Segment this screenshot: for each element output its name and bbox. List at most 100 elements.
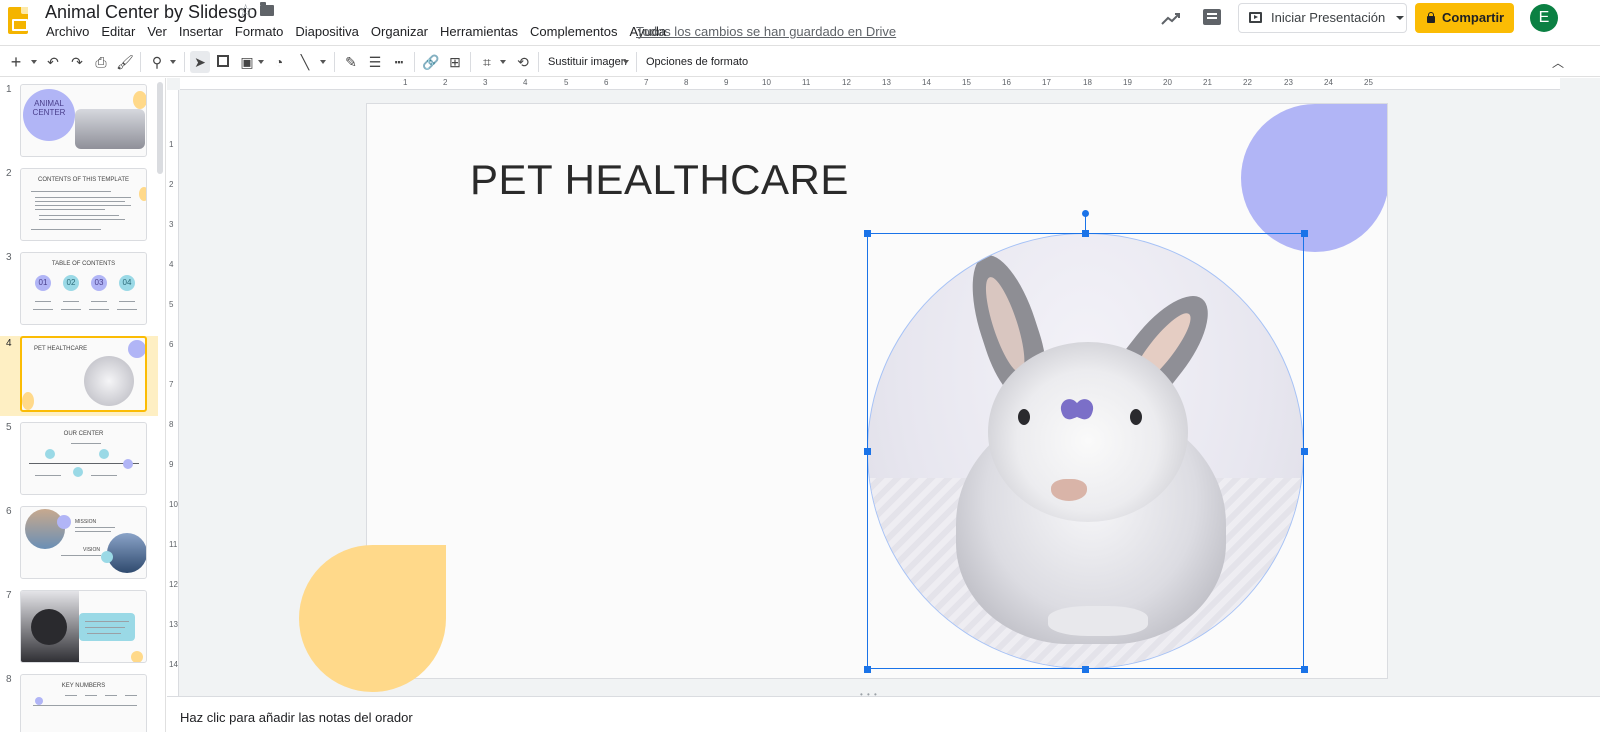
comments-icon[interactable] [1203, 9, 1221, 25]
ruler-tick: 9 [169, 460, 174, 469]
link-icon[interactable]: 🔗 [422, 54, 440, 70]
ruler-tick: 17 [1042, 78, 1051, 87]
menu-formato[interactable]: Formato [229, 24, 289, 40]
slide-thumbnail-6[interactable]: MISSION VISION [20, 506, 147, 579]
line-dash-icon[interactable]: ┅ [390, 54, 408, 70]
slide-thumbnail-1[interactable]: ANIMAL CENTER [20, 84, 147, 157]
slide-thumbnail-5[interactable]: OUR CENTER [20, 422, 147, 495]
slide-thumbnail-4[interactable]: PET HEALTHCARE [20, 336, 147, 412]
image-icon[interactable]: ▣ [238, 54, 256, 70]
undo-icon[interactable]: ↶ [44, 54, 62, 70]
ruler-tick: 7 [169, 380, 174, 389]
star-icon[interactable]: ☆ [238, 1, 253, 21]
ruler-tick: 24 [1324, 78, 1333, 87]
ruler-tick: 4 [169, 260, 174, 269]
notes-resize-grip-icon[interactable]: • • • [860, 690, 878, 699]
menu-organizar[interactable]: Organizar [365, 24, 434, 40]
paint-format-icon[interactable]: 🖌 [116, 54, 134, 70]
slide-number: 2 [6, 168, 12, 179]
reset-image-icon[interactable]: ⟲ [514, 54, 532, 70]
slides-logo-icon[interactable] [8, 7, 28, 34]
ruler-tick: 5 [564, 78, 569, 87]
speaker-notes-placeholder[interactable]: Haz clic para añadir las notas del orado… [180, 710, 413, 725]
saved-status-link[interactable]: Todos los cambios se han guardado en Dri… [636, 24, 896, 39]
zoom-icon[interactable]: ⚲ [148, 54, 166, 70]
print-icon[interactable]: ⎙ [92, 54, 110, 70]
filmstrip-scrollbar[interactable] [157, 82, 163, 174]
menu-complementos[interactable]: Complementos [524, 24, 623, 40]
ruler-tick: 10 [169, 500, 178, 509]
shape-icon[interactable]: ◔ [270, 54, 288, 70]
slide-number: 3 [6, 252, 12, 263]
zoom-dropdown-icon[interactable] [170, 60, 176, 64]
slide-number: 1 [6, 84, 12, 95]
document-title[interactable]: Animal Center by Slidesgo [45, 2, 257, 23]
comment-add-icon[interactable]: ⊞ [446, 54, 464, 70]
collapse-toolbar-icon[interactable]: ︿ [1552, 54, 1564, 71]
ruler-tick: 18 [1083, 78, 1092, 87]
resize-handle-n[interactable] [1082, 230, 1089, 237]
present-dropdown-button[interactable] [1393, 3, 1407, 33]
image-dropdown-icon[interactable] [258, 60, 264, 64]
slide-thumbnail-7[interactable] [20, 590, 147, 663]
ruler-tick: 6 [169, 340, 174, 349]
menu-editar[interactable]: Editar [95, 24, 141, 40]
decorative-purple-shape[interactable] [1241, 104, 1387, 252]
slide-thumbnail-8[interactable]: KEY NUMBERS [20, 674, 147, 732]
redo-icon[interactable]: ↷ [68, 54, 86, 70]
line-icon[interactable]: ╲ [296, 54, 314, 70]
menu-ver[interactable]: Ver [141, 24, 173, 40]
slides-editor: Animal Center by Slidesgo ☆ Archivo Edit… [0, 0, 1600, 732]
ruler-tick: 1 [403, 78, 408, 87]
resize-handle-sw[interactable] [864, 666, 871, 673]
ruler-tick: 13 [169, 620, 178, 629]
add-dropdown-icon[interactable] [31, 60, 37, 64]
ruler-tick: 5 [169, 300, 174, 309]
pen-icon[interactable]: ✎ [342, 54, 360, 70]
text-box-icon[interactable] [214, 54, 232, 70]
menu-herramientas[interactable]: Herramientas [434, 24, 524, 40]
thumb-title: MISSION [75, 519, 97, 525]
thumb-item: 04 [119, 275, 135, 291]
folder-icon[interactable] [260, 2, 274, 16]
activity-trend-icon[interactable] [1160, 10, 1182, 28]
line-weight-icon[interactable]: ☰ [366, 54, 384, 70]
slide-thumbnail-3[interactable]: TABLE OF CONTENTS 01 02 03 04 [20, 252, 147, 325]
menu-archivo[interactable]: Archivo [40, 24, 95, 40]
ruler-tick: 20 [1163, 78, 1172, 87]
present-icon [1249, 12, 1262, 23]
ruler-tick: 23 [1284, 78, 1293, 87]
ruler-tick: 22 [1243, 78, 1252, 87]
resize-handle-w[interactable] [864, 448, 871, 455]
resize-handle-e[interactable] [1301, 448, 1308, 455]
vertical-ruler: 1 2 3 4 5 6 7 8 9 10 11 12 13 14 [167, 90, 179, 696]
slide-thumbnail-2[interactable]: CONTENTS OF THIS TEMPLATE [20, 168, 147, 241]
select-icon[interactable]: ➤ [190, 51, 210, 73]
format-options-button[interactable]: Opciones de formato [646, 54, 748, 70]
slide-number: 4 [6, 338, 12, 349]
rotation-handle[interactable] [1082, 210, 1089, 217]
ruler-tick: 8 [684, 78, 689, 87]
replace-image-button[interactable]: Sustituir imagen [548, 54, 627, 70]
resize-handle-s[interactable] [1082, 666, 1089, 673]
crop-dropdown-icon[interactable] [500, 60, 506, 64]
replace-image-dropdown-icon[interactable] [623, 60, 629, 64]
resize-handle-se[interactable] [1301, 666, 1308, 673]
menu-diapositiva[interactable]: Diapositiva [289, 24, 365, 40]
user-avatar[interactable]: E [1530, 4, 1558, 32]
decorative-yellow-shape[interactable] [299, 545, 446, 692]
line-dropdown-icon[interactable] [320, 60, 326, 64]
slide-title[interactable]: PET HEALTHCARE [470, 156, 849, 204]
add-icon[interactable]: + [8, 53, 24, 71]
crop-icon[interactable]: ⌗ [478, 54, 496, 70]
resize-handle-ne[interactable] [1301, 230, 1308, 237]
resize-handle-nw[interactable] [864, 230, 871, 237]
ruler-tick: 2 [443, 78, 448, 87]
menu-insertar[interactable]: Insertar [173, 24, 229, 40]
thumb-item: 03 [91, 275, 107, 291]
ruler-tick: 7 [644, 78, 649, 87]
thumb-title: ANIMAL CENTER [32, 99, 66, 117]
slide-number: 5 [6, 422, 12, 433]
ruler-tick: 10 [762, 78, 771, 87]
ruler-tick: 14 [169, 660, 178, 669]
